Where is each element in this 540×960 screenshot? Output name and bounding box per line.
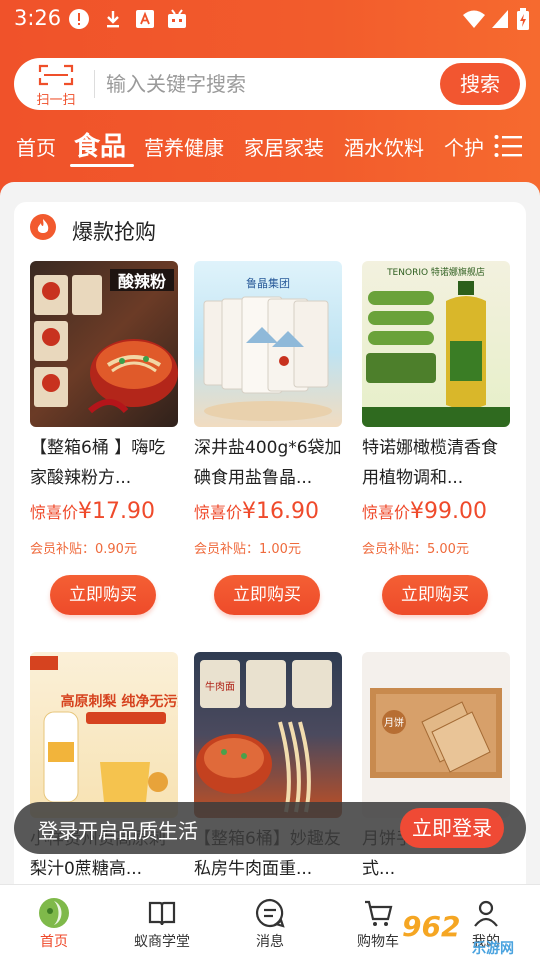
nav-label: 蚁商学堂 xyxy=(134,934,190,950)
product-image-text: 牛肉面 xyxy=(205,680,235,693)
product-image-text: 酸辣粉 xyxy=(118,272,166,291)
nav-messages[interactable]: 消息 xyxy=(216,885,324,960)
noodle-bowl-illustration: 酸辣粉 xyxy=(34,269,178,414)
watermark-text: 962 xyxy=(402,910,461,943)
search-button[interactable]: 搜索 xyxy=(440,63,520,105)
cart-icon xyxy=(365,900,393,926)
search-divider xyxy=(94,70,95,98)
login-toast-text: 登录开启品质生活 xyxy=(38,819,198,843)
product-name: 特诺娜橄榄清香食用植物调和... xyxy=(362,438,498,488)
product-image: 酸辣粉 xyxy=(30,261,178,427)
product-image-text: 月饼 xyxy=(384,716,404,729)
tab-drinks[interactable]: 酒水饮料 xyxy=(344,132,424,161)
salt-bags-illustration: 鲁晶集团 xyxy=(203,276,332,421)
download-icon xyxy=(107,11,119,28)
product-image-text: 高原刺梨 纯净无污染 xyxy=(61,693,178,710)
tab-food[interactable]: 食品 xyxy=(74,126,126,163)
nav-label: 消息 xyxy=(256,934,284,950)
nav-school[interactable]: 蚁商学堂 xyxy=(108,885,216,960)
app-a-icon xyxy=(136,10,154,28)
product-price: 惊喜价¥16.90 xyxy=(194,499,319,524)
product-card[interactable]: 鲁晶集团 深井盐400g*6袋加碘食用盐鲁晶... 惊喜价¥16.90 会员补贴… xyxy=(194,261,342,621)
product-image: 鲁晶集团 xyxy=(194,261,342,427)
wifi-icon xyxy=(463,10,485,28)
member-subsidy: 会员补贴：1.00元 xyxy=(194,542,301,557)
book-icon xyxy=(148,901,176,926)
product-price: 惊喜价¥99.00 xyxy=(362,499,487,524)
product-image-text: 鲁晶集团 xyxy=(246,276,290,290)
juice-bottle-illustration: 高原刺梨 纯净无污染 xyxy=(30,656,178,803)
tab-personal-care[interactable]: 个护 xyxy=(444,132,484,161)
watermark-sub: 乐游网 xyxy=(472,941,514,957)
scan-label: 扫一扫 xyxy=(36,93,76,108)
scan-icon xyxy=(38,64,74,86)
nav-label: 首页 xyxy=(40,934,68,950)
alert-icon xyxy=(69,9,89,29)
home-logo-icon xyxy=(39,898,69,928)
status-time: 3:26 xyxy=(14,6,62,30)
product-image: TENORIO 特诺娜旗舰店 xyxy=(362,261,510,427)
buy-now-button[interactable]: 立即购买 xyxy=(214,575,320,615)
buy-now-button[interactable]: 立即购买 xyxy=(50,575,156,615)
product-card[interactable]: TENORIO 特诺娜旗舰店 特诺娜橄榄清香食用植物调和... 惊喜价¥99.0… xyxy=(362,261,510,621)
member-subsidy: 会员补贴：0.90元 xyxy=(30,542,137,557)
product-image: 牛肉面 xyxy=(194,652,342,818)
member-subsidy: 会员补贴：5.00元 xyxy=(362,542,469,557)
tab-home[interactable]: 首页 xyxy=(16,132,56,161)
product-name: 深井盐400g*6袋加碘食用盐鲁晶... xyxy=(194,438,342,488)
product-card[interactable]: 酸辣粉 【整箱6桶 】嗨吃家酸辣粉方... 惊喜价¥17.90 会员补贴：0.9… xyxy=(30,261,178,621)
product-image-text: TENORIO 特诺娜旗舰店 xyxy=(386,266,485,278)
login-button[interactable]: 立即登录 xyxy=(400,808,504,848)
buy-now-button[interactable]: 立即购买 xyxy=(382,575,488,615)
scan-button[interactable]: 扫一扫 xyxy=(30,61,82,108)
mooncake-box-illustration: 月饼 xyxy=(370,688,502,778)
fire-icon xyxy=(30,214,56,240)
olive-oil-illustration: TENORIO 特诺娜旗舰店 xyxy=(362,266,510,427)
product-image: 月饼 xyxy=(362,652,510,818)
tab-home-furnishing[interactable]: 家居家装 xyxy=(244,132,324,161)
site-watermark: 962 乐游网 xyxy=(402,910,532,957)
signal-icon xyxy=(492,10,508,28)
category-menu-icon[interactable] xyxy=(494,134,522,158)
section-title: 爆款抢购 xyxy=(72,220,156,244)
beef-noodle-illustration: 牛肉面 xyxy=(196,660,332,813)
nav-home[interactable]: 首页 xyxy=(0,885,108,960)
product-price: 惊喜价¥17.90 xyxy=(30,499,155,524)
product-name: 【整箱6桶 】嗨吃家酸辣粉方... xyxy=(30,438,166,488)
active-tab-indicator xyxy=(70,164,134,167)
product-image: 高原刺梨 纯净无污染 xyxy=(30,652,178,818)
tab-nutrition-health[interactable]: 营养健康 xyxy=(144,132,224,161)
bilibili-icon xyxy=(168,9,186,28)
search-bar: 扫一扫 搜索 xyxy=(14,58,526,110)
message-icon xyxy=(255,898,285,928)
search-input[interactable] xyxy=(106,67,436,101)
battery-icon xyxy=(517,8,529,30)
login-toast: 登录开启品质生活 立即登录 xyxy=(14,802,526,854)
status-bar: 3:26 xyxy=(0,0,540,40)
